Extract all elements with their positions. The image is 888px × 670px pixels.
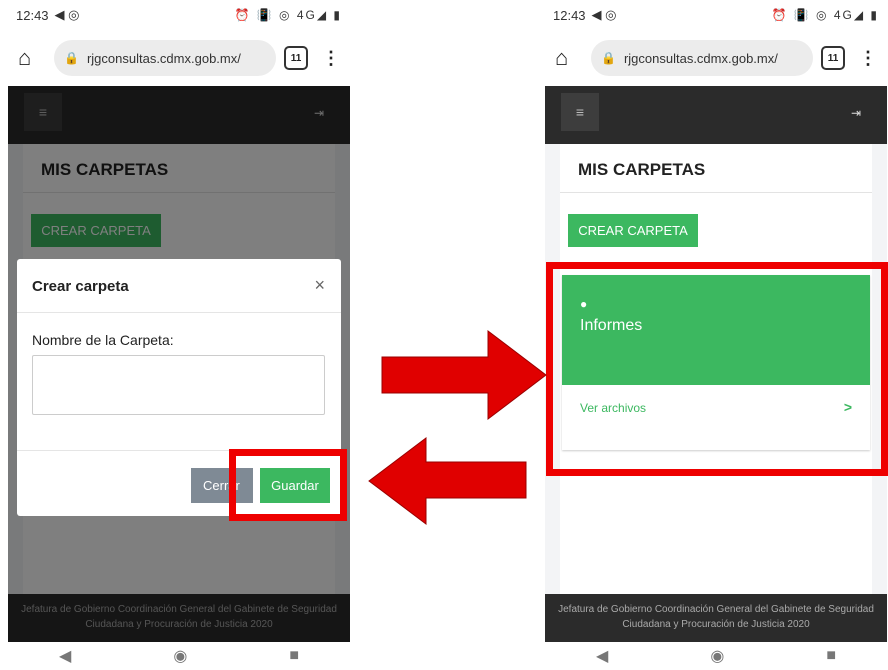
site-top-nav: ≡ ⇥: [545, 86, 887, 144]
status-right-icons: ⏰ 📳 ◎ 4G◢ ▮: [234, 8, 342, 22]
status-left-icons: ◀ ◎: [591, 7, 617, 22]
status-bar: 12:43 ◀ ◎ ⏰ 📳 ◎ 4G◢ ▮: [8, 0, 350, 30]
browser-url-bar: ⌂ 🔒 rjgconsultas.cdmx.gob.mx/ 11 ⋮: [545, 30, 887, 86]
home-icon[interactable]: ⌂: [555, 45, 583, 71]
hamburger-menu-icon[interactable]: ≡: [561, 93, 599, 131]
right-arrow-icon: [381, 329, 547, 421]
home-icon[interactable]: ⌂: [18, 45, 46, 71]
create-folder-button[interactable]: CREAR CARPETA: [568, 214, 698, 247]
site-footer: Jefatura de Gobierno Coordinación Genera…: [545, 594, 887, 642]
home-circle-icon[interactable]: ◉: [173, 646, 187, 666]
page-title: MIS CARPETAS: [578, 160, 706, 179]
logout-icon[interactable]: ⇥: [851, 106, 861, 120]
android-nav-bar: ◀ ◉ ■: [545, 642, 887, 670]
recents-icon[interactable]: ■: [826, 647, 836, 665]
url-field[interactable]: 🔒 rjgconsultas.cdmx.gob.mx/: [591, 40, 813, 76]
status-right-icons: ⏰ 📳 ◎ 4G◢ ▮: [771, 8, 879, 22]
home-circle-icon[interactable]: ◉: [710, 646, 724, 666]
back-icon[interactable]: ◀: [596, 646, 608, 666]
folder-name-input[interactable]: [32, 355, 325, 415]
status-bar: 12:43 ◀ ◎ ⏰ 📳 ◎ 4G◢ ▮: [545, 0, 887, 30]
save-highlight-box: [229, 449, 347, 521]
modal-divider: [17, 312, 341, 313]
lock-icon: 🔒: [601, 51, 616, 65]
more-menu-icon[interactable]: ⋮: [322, 48, 340, 69]
tab-switcher-button[interactable]: 11: [821, 46, 845, 70]
lock-icon: 🔒: [64, 51, 79, 65]
title-divider: [560, 192, 872, 193]
status-time: 12:43: [553, 7, 586, 23]
back-icon[interactable]: ◀: [59, 646, 71, 666]
modal-title: Crear carpeta: [32, 278, 129, 295]
left-arrow-icon: [368, 436, 527, 526]
recents-icon[interactable]: ■: [289, 647, 299, 665]
close-icon[interactable]: ×: [314, 275, 325, 296]
url-field[interactable]: 🔒 rjgconsultas.cdmx.gob.mx/: [54, 40, 276, 76]
more-menu-icon[interactable]: ⋮: [859, 48, 877, 69]
android-nav-bar: ◀ ◉ ■: [8, 642, 350, 670]
folder-name-label: Nombre de la Carpeta:: [32, 332, 174, 348]
status-time: 12:43: [16, 7, 49, 23]
folder-highlight-box: [546, 262, 888, 476]
status-left-icons: ◀ ◎: [54, 7, 80, 22]
tab-switcher-button[interactable]: 11: [284, 46, 308, 70]
browser-url-bar: ⌂ 🔒 rjgconsultas.cdmx.gob.mx/ 11 ⋮: [8, 30, 350, 86]
url-text: rjgconsultas.cdmx.gob.mx/: [623, 50, 778, 66]
left-phone-screen: 12:43 ◀ ◎ ⏰ 📳 ◎ 4G◢ ▮ ⌂ 🔒 rjgconsultas.c…: [8, 0, 350, 670]
url-text: rjgconsultas.cdmx.gob.mx/: [86, 50, 241, 66]
